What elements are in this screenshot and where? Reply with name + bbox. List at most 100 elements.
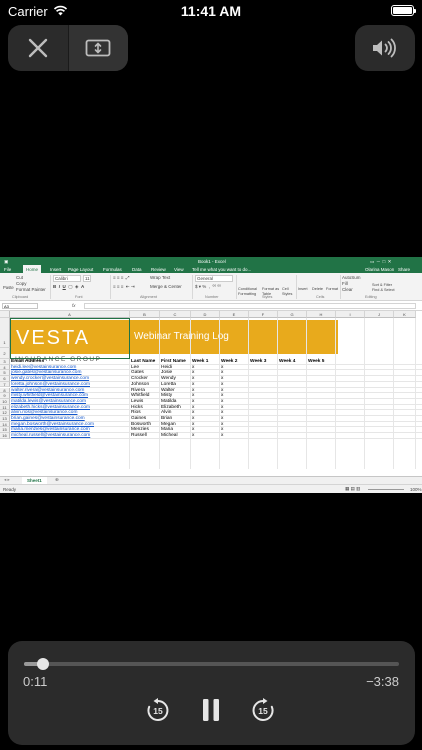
- week2-mark: x: [221, 427, 224, 433]
- top-controls: [8, 25, 128, 71]
- column-header-a[interactable]: A: [10, 311, 130, 318]
- align-buttons[interactable]: ≡ ≡ ≡ ⤢: [113, 275, 129, 280]
- svg-text:15: 15: [153, 706, 163, 716]
- skip-forward-button[interactable]: 15: [249, 696, 277, 724]
- scrubber-track[interactable]: [24, 658, 399, 670]
- week2-mark: x: [221, 421, 224, 427]
- wrap-text-button[interactable]: Wrap Text: [150, 275, 170, 280]
- svg-text:15: 15: [258, 706, 268, 716]
- gridline: [364, 318, 365, 469]
- logo-text: VESTA: [16, 327, 91, 349]
- fill-button[interactable]: Fill: [342, 281, 348, 286]
- column-header-f[interactable]: F: [249, 311, 278, 318]
- tab-insert[interactable]: Insert: [50, 267, 61, 272]
- email-link[interactable]: loretta.johnson@vestainsurance.com: [11, 382, 90, 388]
- group-alignment: Alignment: [140, 295, 157, 299]
- email-link[interactable]: wendy.crocker@vestainsurance.com: [11, 376, 89, 382]
- column-header-b[interactable]: B: [130, 311, 160, 318]
- cut-button[interactable]: Cut: [16, 275, 23, 280]
- bold-button[interactable]: B I U ▢ ◈ A: [53, 284, 84, 290]
- tab-home[interactable]: Home: [23, 265, 42, 273]
- number-buttons[interactable]: $ ▾ % , ⁰⁰ ⁰⁰: [195, 284, 221, 290]
- insert-cells-button[interactable]: Insert: [298, 287, 308, 291]
- align-lines[interactable]: ≡ ≡ ≡ ⇤ ⇥: [113, 284, 135, 290]
- number-format-select[interactable]: General: [195, 275, 233, 282]
- column-header-c[interactable]: C: [160, 311, 191, 318]
- tab-review[interactable]: Review: [151, 267, 166, 272]
- email-link[interactable]: micheal.russell@vestainsurance.com: [11, 433, 90, 439]
- volume-button[interactable]: [355, 25, 415, 71]
- email-link[interactable]: misty.whitfield@vestainsurance.com: [11, 393, 88, 399]
- format-cells-button[interactable]: Format: [326, 287, 338, 291]
- skip-back-button[interactable]: 15: [144, 696, 172, 724]
- tab-page-layout[interactable]: Page Layout: [68, 267, 93, 272]
- email-link[interactable]: matilda.lewis@vestainsurance.com: [11, 399, 86, 405]
- week1-mark: x: [192, 416, 195, 421]
- merge-center-button[interactable]: Merge & Center: [150, 284, 182, 289]
- tab-view[interactable]: View: [174, 267, 184, 272]
- table-header-cell: Week 4: [279, 359, 296, 364]
- column-header-g[interactable]: G: [278, 311, 307, 318]
- last-name-cell: Whitfield: [131, 393, 150, 399]
- resize-button[interactable]: [67, 25, 128, 71]
- row-header-16[interactable]: 16: [0, 433, 10, 439]
- add-sheet-icon[interactable]: ⊕: [55, 477, 59, 483]
- week1-mark: x: [192, 387, 195, 393]
- speaker-icon: [373, 38, 396, 58]
- video-player-screen: Carrier 11:41 AM ▣ Book1 - Excel ▭ ─ □ ✕…: [0, 0, 422, 750]
- spreadsheet-grid[interactable]: VESTA Webinar Training Log INSURANCE GRO…: [0, 311, 422, 469]
- clear-button[interactable]: Clear: [342, 287, 353, 292]
- zoom-slider[interactable]: [368, 489, 404, 490]
- save-icon: ▣: [4, 258, 9, 264]
- select-all-corner[interactable]: [0, 311, 10, 318]
- copy-button[interactable]: Copy: [16, 281, 27, 286]
- gridline: [159, 318, 160, 469]
- close-button[interactable]: [8, 25, 68, 71]
- autosum-button[interactable]: AutoSum: [342, 275, 361, 280]
- email-link[interactable]: brian.gaines@vestainsurance.com: [11, 416, 85, 422]
- font-size-select[interactable]: 11: [83, 275, 91, 282]
- week2-mark: x: [221, 433, 224, 439]
- paste-button[interactable]: Paste: [3, 285, 14, 290]
- first-name-cell: Alvin: [161, 410, 172, 416]
- font-name-select[interactable]: Calibri: [53, 275, 81, 282]
- email-link[interactable]: alvin.rios@vestainsurance.com: [11, 410, 77, 416]
- tab-formulas[interactable]: Formulas: [103, 267, 122, 272]
- tell-me-search[interactable]: Tell me what you want to do...: [192, 267, 251, 272]
- column-header-i[interactable]: I: [336, 311, 365, 318]
- week1-mark: x: [192, 370, 195, 376]
- group-font: Font: [75, 295, 83, 299]
- tab-data[interactable]: Data: [132, 267, 142, 272]
- group-cells: Cells: [316, 295, 325, 299]
- gridline: [415, 318, 416, 469]
- column-header-e[interactable]: E: [220, 311, 249, 318]
- scrubber-knob[interactable]: [36, 658, 49, 670]
- tab-file[interactable]: File: [4, 267, 11, 272]
- pause-button[interactable]: [197, 696, 225, 724]
- sort-filter-button[interactable]: Sort & Filter: [372, 283, 392, 287]
- conditional-formatting-button[interactable]: Conditional Formatting: [238, 287, 260, 296]
- cell-styles-button[interactable]: Cell Styles: [282, 287, 296, 296]
- find-select-button[interactable]: Find & Select: [372, 288, 395, 292]
- excel-title-bar: ▣ Book1 - Excel ▭ ─ □ ✕: [0, 257, 422, 265]
- column-header-h[interactable]: H: [307, 311, 336, 318]
- week1-mark: x: [192, 398, 195, 404]
- sheet-nav-arrows[interactable]: ◂ ▸: [4, 477, 10, 483]
- view-buttons[interactable]: ▦ ▤ ▥: [345, 486, 360, 492]
- first-name-cell: Loretta: [161, 381, 176, 387]
- column-header-k[interactable]: K: [394, 311, 416, 318]
- column-header-j[interactable]: J: [365, 311, 394, 318]
- week2-mark: x: [221, 364, 224, 370]
- format-painter-button[interactable]: Format Painter: [16, 287, 46, 292]
- share-button[interactable]: Share: [398, 267, 410, 272]
- formula-input[interactable]: [84, 303, 416, 309]
- window-controls: ▭ ─ □ ✕: [370, 258, 392, 264]
- table-header-cell: Week 1: [192, 359, 209, 364]
- column-header-d[interactable]: D: [191, 311, 220, 318]
- delete-cells-button[interactable]: Delete: [312, 287, 323, 291]
- row-header-1[interactable]: 1: [0, 318, 10, 348]
- name-box[interactable]: A3: [2, 303, 38, 309]
- row-header-2[interactable]: 2: [0, 348, 10, 359]
- gridline: [190, 318, 191, 469]
- video-frame[interactable]: ▣ Book1 - Excel ▭ ─ □ ✕ File Home Insert…: [0, 257, 422, 493]
